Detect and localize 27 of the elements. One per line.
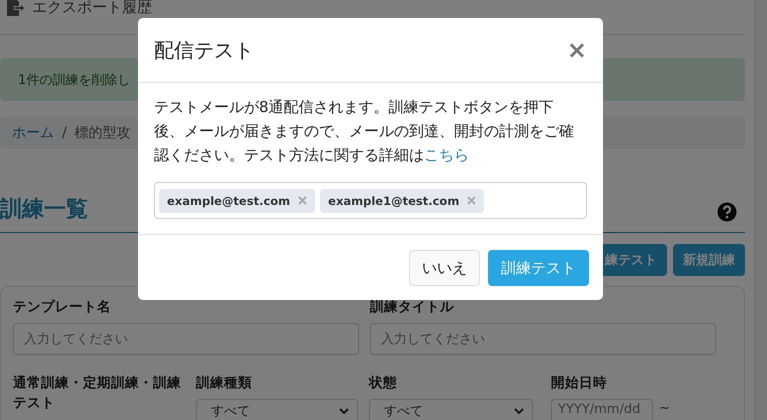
- help-icon[interactable]: [717, 202, 737, 222]
- field-label: 訓練タイトル: [370, 298, 455, 317]
- select-field[interactable]: すべて: [369, 399, 533, 420]
- email-tag-label: example@test.com: [167, 194, 290, 208]
- export-icon[interactable]: [6, 0, 24, 17]
- remove-icon[interactable]: [467, 196, 476, 205]
- field-label: 訓練種類: [196, 374, 253, 393]
- breadcrumb-item: 標的型攻: [74, 124, 131, 142]
- details-link[interactable]: こちら: [424, 146, 469, 164]
- email-input[interactable]: example@test.com example1@test.com: [154, 182, 587, 219]
- page-heading: 訓練一覧: [0, 196, 88, 224]
- text-field[interactable]: 入力してください: [13, 323, 359, 355]
- cancel-button[interactable]: いいえ: [409, 250, 480, 286]
- field-label: 開始日時: [551, 374, 608, 393]
- range-separator: ~: [659, 400, 670, 416]
- field-label: 通常訓練・定期訓練・訓練テスト: [13, 374, 182, 413]
- remove-icon[interactable]: [298, 196, 308, 205]
- date-field[interactable]: YYYY/mm/dd: [551, 399, 653, 420]
- breadcrumb-item[interactable]: ホーム: [12, 124, 54, 142]
- field-label: テンプレート名: [13, 298, 112, 317]
- field-label: 状態: [369, 374, 398, 393]
- email-tag-label: example1@test.com: [328, 194, 460, 208]
- text-field[interactable]: 入力してください: [370, 323, 716, 355]
- breadcrumb-separator: /: [62, 125, 67, 141]
- action-button[interactable]: 新規訓練: [673, 244, 745, 276]
- select-field[interactable]: すべて: [196, 399, 358, 420]
- test-button[interactable]: 訓練テスト: [488, 250, 589, 286]
